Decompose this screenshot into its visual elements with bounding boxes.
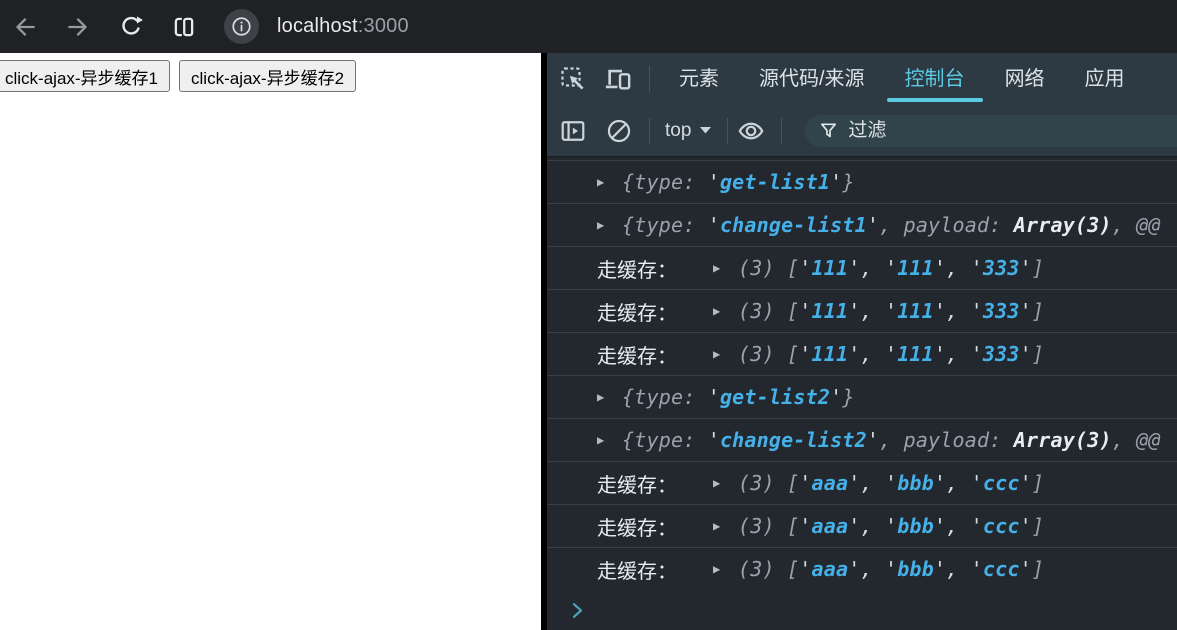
inspect-element-button[interactable] [559, 65, 587, 93]
forward-button[interactable] [65, 14, 91, 40]
log-label: 走缓存： [597, 515, 677, 540]
clear-console-button[interactable] [605, 117, 633, 145]
devtools-tabs: 元素 源代码/来源 控制台 网络 应用 [659, 53, 1145, 105]
expand-arrow-icon[interactable]: ▶ [597, 175, 613, 189]
tab-console[interactable]: 控制台 [885, 53, 985, 105]
context-selector-value: top [665, 119, 692, 141]
info-icon [232, 17, 251, 36]
object-preview: {type: 'change-list2', payload: Array(3)… [622, 428, 1161, 452]
tab-sources[interactable]: 源代码/来源 [739, 53, 885, 105]
object-preview: (3) ['111', '111', '333'] [738, 299, 1045, 323]
chevron-down-icon [700, 127, 712, 134]
object-preview: (3) ['111', '111', '333'] [738, 256, 1045, 280]
console-log-row: 走缓存： ▶ (3) ['aaa', 'bbb', 'ccc'] [547, 462, 1177, 505]
filter-input[interactable] [848, 119, 1177, 142]
expand-arrow-icon[interactable]: ▶ [713, 519, 729, 533]
prompt-chevron-icon [572, 602, 583, 618]
browser-toolbar: localhost:3000 [0, 0, 1177, 53]
console-toolbar: top [547, 105, 1177, 157]
toolbar-divider [649, 66, 650, 92]
click-ajax-button-1[interactable]: click-ajax-异步缓存1 [0, 60, 171, 92]
tab-elements[interactable]: 元素 [659, 53, 739, 105]
live-expression-eye-button[interactable] [737, 117, 765, 145]
url-port: :3000 [357, 15, 409, 37]
expand-arrow-icon[interactable]: ▶ [713, 562, 729, 576]
click-ajax-button-2[interactable]: click-ajax-异步缓存2 [179, 60, 357, 92]
url-host: localhost [277, 15, 358, 37]
console-log-row: 走缓存： ▶ (3) ['111', '111', '333'] [547, 247, 1177, 290]
log-label: 走缓存： [597, 257, 677, 282]
console-sidebar-toggle[interactable] [559, 117, 587, 145]
object-preview: {type: 'change-list1', payload: Array(3)… [622, 213, 1161, 237]
log-label: 走缓存： [597, 472, 677, 497]
reload-button[interactable] [118, 14, 144, 40]
object-preview: (3) ['111', '111', '333'] [738, 342, 1045, 366]
address-bar[interactable]: localhost:3000 [277, 15, 409, 38]
console-log-row: ▶ {type: 'change-list1', payload: Array(3… [547, 204, 1177, 247]
site-info-button[interactable] [224, 9, 259, 44]
expand-arrow-icon[interactable]: ▶ [597, 433, 613, 447]
context-selector-dropdown[interactable]: top [665, 119, 712, 142]
expand-arrow-icon[interactable]: ▶ [713, 304, 729, 318]
log-label: 走缓存： [597, 300, 677, 325]
toolbar-divider [781, 117, 783, 144]
console-log-row: ▶ {type: 'change-list2', payload: Array(3… [547, 419, 1177, 462]
console-log-row: 走缓存： ▶ (3) ['111', '111', '333'] [547, 290, 1177, 333]
object-preview: {type: 'get-list2'} [622, 385, 855, 409]
console-messages: ▶ {type: 'get-list1'} ▶ {type: 'change-list… [547, 160, 1177, 590]
log-label: 走缓存： [597, 343, 677, 368]
page-content: click-ajax-异步缓存1 click-ajax-异步缓存2 [0, 53, 541, 630]
expand-arrow-icon[interactable]: ▶ [597, 390, 613, 404]
console-log-row: ▶ {type: 'get-list2'} [547, 376, 1177, 419]
console-log-row: 走缓存： ▶ (3) ['111', '111', '333'] [547, 333, 1177, 376]
expand-arrow-icon[interactable]: ▶ [597, 218, 613, 232]
filter-box[interactable] [805, 114, 1177, 147]
object-preview: (3) ['aaa', 'bbb', 'ccc'] [738, 514, 1045, 538]
console-log-row: ▶ {type: 'get-list1'} [547, 161, 1177, 204]
expand-arrow-icon[interactable]: ▶ [713, 476, 729, 490]
filter-funnel-icon [821, 123, 837, 138]
tab-application[interactable]: 应用 [1065, 53, 1145, 105]
object-preview: {type: 'get-list1'} [622, 170, 855, 194]
toolbar-divider [649, 117, 650, 144]
back-button[interactable] [12, 14, 38, 40]
tab-network[interactable]: 网络 [985, 53, 1065, 105]
console-log-row: 走缓存： ▶ (3) ['aaa', 'bbb', 'ccc'] [547, 505, 1177, 548]
toolbar-divider [727, 117, 729, 144]
button-row: click-ajax-异步缓存1 click-ajax-异步缓存2 [0, 60, 541, 92]
console-prompt[interactable] [547, 590, 1177, 630]
object-preview: (3) ['aaa', 'bbb', 'ccc'] [738, 557, 1045, 581]
expand-arrow-icon[interactable]: ▶ [713, 261, 729, 275]
log-label: 走缓存： [597, 558, 677, 583]
console-log-row: 走缓存： ▶ (3) ['aaa', 'bbb', 'ccc'] [547, 548, 1177, 590]
devtools-tab-bar: 元素 源代码/来源 控制台 网络 应用 [547, 53, 1177, 105]
device-toolbar-button[interactable] [605, 65, 633, 93]
devtools-panel: 元素源代码/来源控制台网络应用 top ▶{type [541, 53, 1177, 630]
object-preview: (3) ['aaa', 'bbb', 'ccc'] [738, 471, 1045, 495]
split-view-icon[interactable] [171, 14, 197, 40]
expand-arrow-icon[interactable]: ▶ [713, 347, 729, 361]
